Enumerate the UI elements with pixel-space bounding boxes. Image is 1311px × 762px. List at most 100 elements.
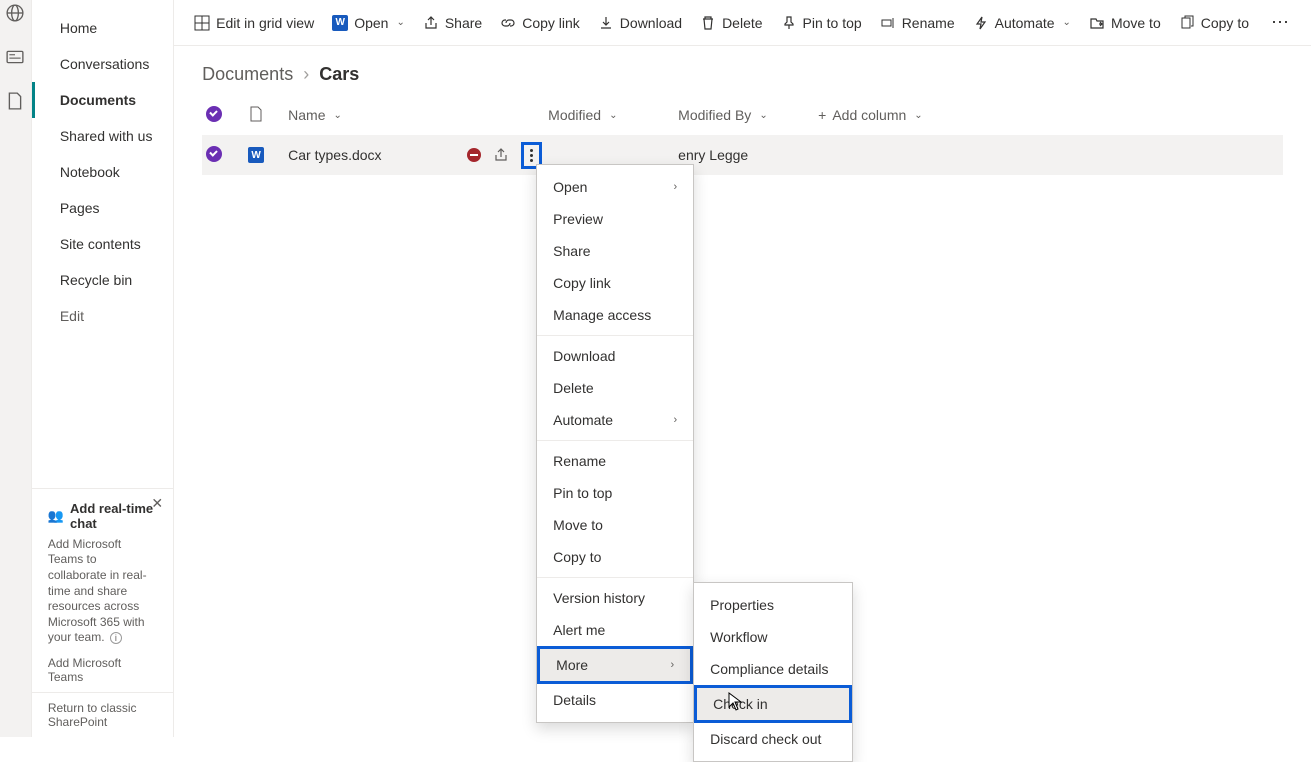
menu-delete-label: Delete (553, 380, 593, 396)
crumb-parent[interactable]: Documents (202, 64, 293, 85)
menu-share[interactable]: Share (537, 235, 693, 267)
return-classic-link[interactable]: Return to classic SharePoint (32, 692, 173, 737)
nav-recycle-bin[interactable]: Recycle bin (32, 262, 173, 298)
promo-body: Add Microsoft Teams to collaborate in re… (48, 537, 147, 645)
cmd-delete[interactable]: Delete (700, 15, 762, 31)
menu-details[interactable]: Details (537, 684, 693, 716)
menu-automate[interactable]: Automate› (537, 404, 693, 436)
submenu-checkin-label: Check in (713, 696, 767, 712)
col-type[interactable] (248, 106, 288, 125)
cmd-copy[interactable]: Copy to (1179, 15, 1249, 31)
chevron-down-icon: ⌄ (759, 110, 767, 121)
grid-icon (194, 15, 210, 31)
file-list: Name⌄ Modified⌄ Modified By⌄ +Add column… (174, 95, 1311, 175)
cmd-copy-link[interactable]: Copy link (500, 15, 580, 31)
cmd-overflow[interactable]: ⋯ (1271, 12, 1291, 33)
menu-preview[interactable]: Preview (537, 203, 693, 235)
site-nav: Home Conversations Documents Shared with… (32, 0, 173, 488)
row-select-toggle[interactable] (206, 146, 222, 162)
menu-manage-access[interactable]: Manage access (537, 299, 693, 331)
chevron-down-icon: ⌄ (396, 17, 404, 28)
submenu-compliance[interactable]: Compliance details (694, 653, 852, 685)
modified-by-value: enry Legge (678, 147, 818, 163)
share-icon[interactable] (493, 147, 509, 163)
cmd-edit-grid-label: Edit in grid view (216, 15, 314, 31)
menu-copy-link[interactable]: Copy link (537, 267, 693, 299)
menu-delete[interactable]: Delete (537, 372, 693, 404)
globe-icon[interactable] (6, 4, 24, 22)
cmd-automate-label: Automate (995, 15, 1055, 31)
col-modified-by[interactable]: Modified By⌄ (678, 107, 818, 123)
cmd-pin[interactable]: Pin to top (781, 15, 862, 31)
add-teams-link[interactable]: Add Microsoft Teams (48, 656, 157, 684)
submenu-workflow[interactable]: Workflow (694, 621, 852, 653)
menu-move[interactable]: Move to (537, 509, 693, 541)
menu-version-label: Version history (553, 590, 645, 606)
chevron-right-icon: › (673, 181, 677, 193)
file-name[interactable]: Car types.docx (288, 147, 381, 163)
plus-icon: + (818, 107, 826, 123)
col-modified[interactable]: Modified⌄ (548, 107, 678, 123)
select-all-toggle[interactable] (206, 106, 222, 122)
automate-icon (973, 15, 989, 31)
close-icon[interactable]: ✕ (151, 495, 163, 512)
table-row[interactable]: W Car types.docx enry Legge (202, 135, 1283, 175)
info-icon[interactable]: i (110, 632, 122, 644)
submenu-properties[interactable]: Properties (694, 589, 852, 621)
nav-notebook[interactable]: Notebook (32, 154, 173, 190)
menu-separator (537, 577, 693, 578)
menu-copy-label: Copy to (553, 549, 601, 565)
menu-alert[interactable]: Alert me (537, 614, 693, 646)
submenu-checkin[interactable]: Check in (694, 685, 852, 723)
share-icon (423, 15, 439, 31)
cmd-share[interactable]: Share (423, 15, 482, 31)
list-header: Name⌄ Modified⌄ Modified By⌄ +Add column… (202, 95, 1283, 135)
menu-more-label: More (556, 657, 588, 673)
nav-edit[interactable]: Edit (32, 298, 173, 334)
word-icon: W (332, 15, 348, 31)
link-icon (500, 15, 516, 31)
menu-rename[interactable]: Rename (537, 445, 693, 477)
nav-pages[interactable]: Pages (32, 190, 173, 226)
cmd-edit-grid[interactable]: Edit in grid view (194, 15, 314, 31)
cmd-move[interactable]: Move to (1089, 15, 1161, 31)
menu-download[interactable]: Download (537, 340, 693, 372)
menu-open-label: Open (553, 179, 587, 195)
menu-automate-label: Automate (553, 412, 613, 428)
menu-copy[interactable]: Copy to (537, 541, 693, 573)
trash-icon (700, 15, 716, 31)
word-icon: W (248, 147, 264, 163)
file-icon[interactable] (6, 92, 24, 110)
menu-pin[interactable]: Pin to top (537, 477, 693, 509)
menu-alert-label: Alert me (553, 622, 605, 638)
nav-shared[interactable]: Shared with us (32, 118, 173, 154)
cmd-move-label: Move to (1111, 15, 1161, 31)
menu-version[interactable]: Version history (537, 582, 693, 614)
submenu-discard[interactable]: Discard check out (694, 723, 852, 755)
nav-documents[interactable]: Documents (32, 82, 173, 118)
col-name[interactable]: Name⌄ (288, 107, 548, 123)
menu-manage-access-label: Manage access (553, 307, 651, 323)
checked-out-icon (467, 148, 481, 162)
nav-conversations[interactable]: Conversations (32, 46, 173, 82)
cmd-copy-label: Copy to (1201, 15, 1249, 31)
add-column-button[interactable]: +Add column⌄ (818, 107, 998, 123)
crumb-current: Cars (319, 64, 359, 85)
cmd-automate[interactable]: Automate ⌄ (973, 15, 1071, 31)
menu-more[interactable]: More› (537, 646, 693, 684)
nav-home[interactable]: Home (32, 10, 173, 46)
news-icon[interactable] (6, 48, 24, 66)
nav-site-contents[interactable]: Site contents (32, 226, 173, 262)
cmd-open[interactable]: W Open ⌄ (332, 15, 405, 31)
cmd-rename[interactable]: Rename (880, 15, 955, 31)
cmd-download-label: Download (620, 15, 682, 31)
chevron-down-icon: ⌄ (609, 110, 617, 121)
submenu-discard-label: Discard check out (710, 731, 821, 747)
cmd-download[interactable]: Download (598, 15, 682, 31)
main-content: Edit in grid view W Open ⌄ Share Copy li… (174, 0, 1311, 737)
menu-open[interactable]: Open › (537, 171, 693, 203)
cmd-delete-label: Delete (722, 15, 762, 31)
menu-rename-label: Rename (553, 453, 606, 469)
menu-move-label: Move to (553, 517, 603, 533)
pin-icon (781, 15, 797, 31)
